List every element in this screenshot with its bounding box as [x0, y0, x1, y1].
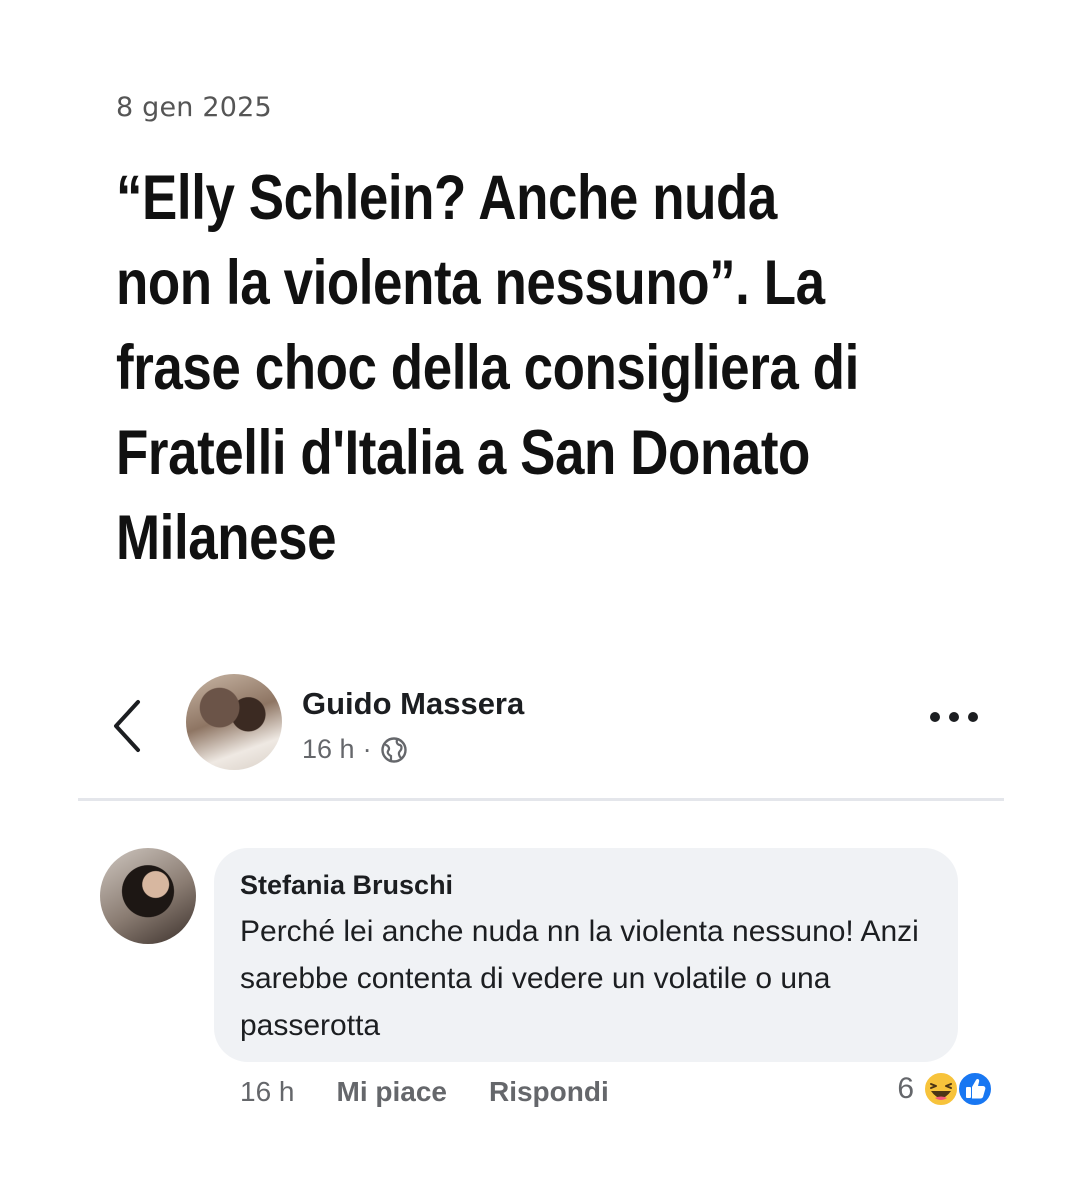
post-meta: 16 h ·: [302, 734, 408, 765]
commenter-name[interactable]: Stefania Bruschi: [240, 870, 453, 901]
chevron-left-icon: [114, 700, 140, 752]
meta-separator: ·: [362, 734, 372, 764]
avatar[interactable]: [186, 674, 282, 770]
commenter-avatar[interactable]: [100, 848, 196, 944]
like-icon: [957, 1071, 993, 1107]
more-options-button[interactable]: [930, 702, 978, 732]
facebook-post-screenshot: Guido Massera 16 h · Stefania Bruschi Pe…: [78, 668, 1004, 1124]
comment-time[interactable]: 16 h: [240, 1076, 295, 1108]
more-dot-icon: [949, 712, 959, 722]
haha-icon: [923, 1071, 959, 1107]
post-header: Guido Massera 16 h ·: [78, 668, 1004, 801]
back-button[interactable]: [108, 696, 148, 756]
reaction-count: 6: [897, 1072, 914, 1105]
comment-bubble: Stefania Bruschi Perché lei anche nuda n…: [214, 848, 958, 1062]
post-time: 16 h: [302, 734, 355, 764]
reply-button[interactable]: Rispondi: [489, 1076, 609, 1108]
comment-actions: 16 h Mi piace Rispondi: [240, 1076, 651, 1108]
article-date: 8 gen 2025: [116, 92, 272, 123]
more-dot-icon: [930, 712, 940, 722]
reaction-summary[interactable]: 6: [897, 1070, 994, 1108]
like-button[interactable]: Mi piace: [337, 1076, 447, 1108]
comment-text: Perché lei anche nuda nn la violenta nes…: [240, 915, 919, 1042]
more-dot-icon: [968, 712, 978, 722]
article-headline: “Elly Schlein? Anche nuda non la violent…: [116, 163, 859, 573]
post-author-name[interactable]: Guido Massera: [302, 686, 524, 722]
globe-icon: [380, 736, 407, 763]
